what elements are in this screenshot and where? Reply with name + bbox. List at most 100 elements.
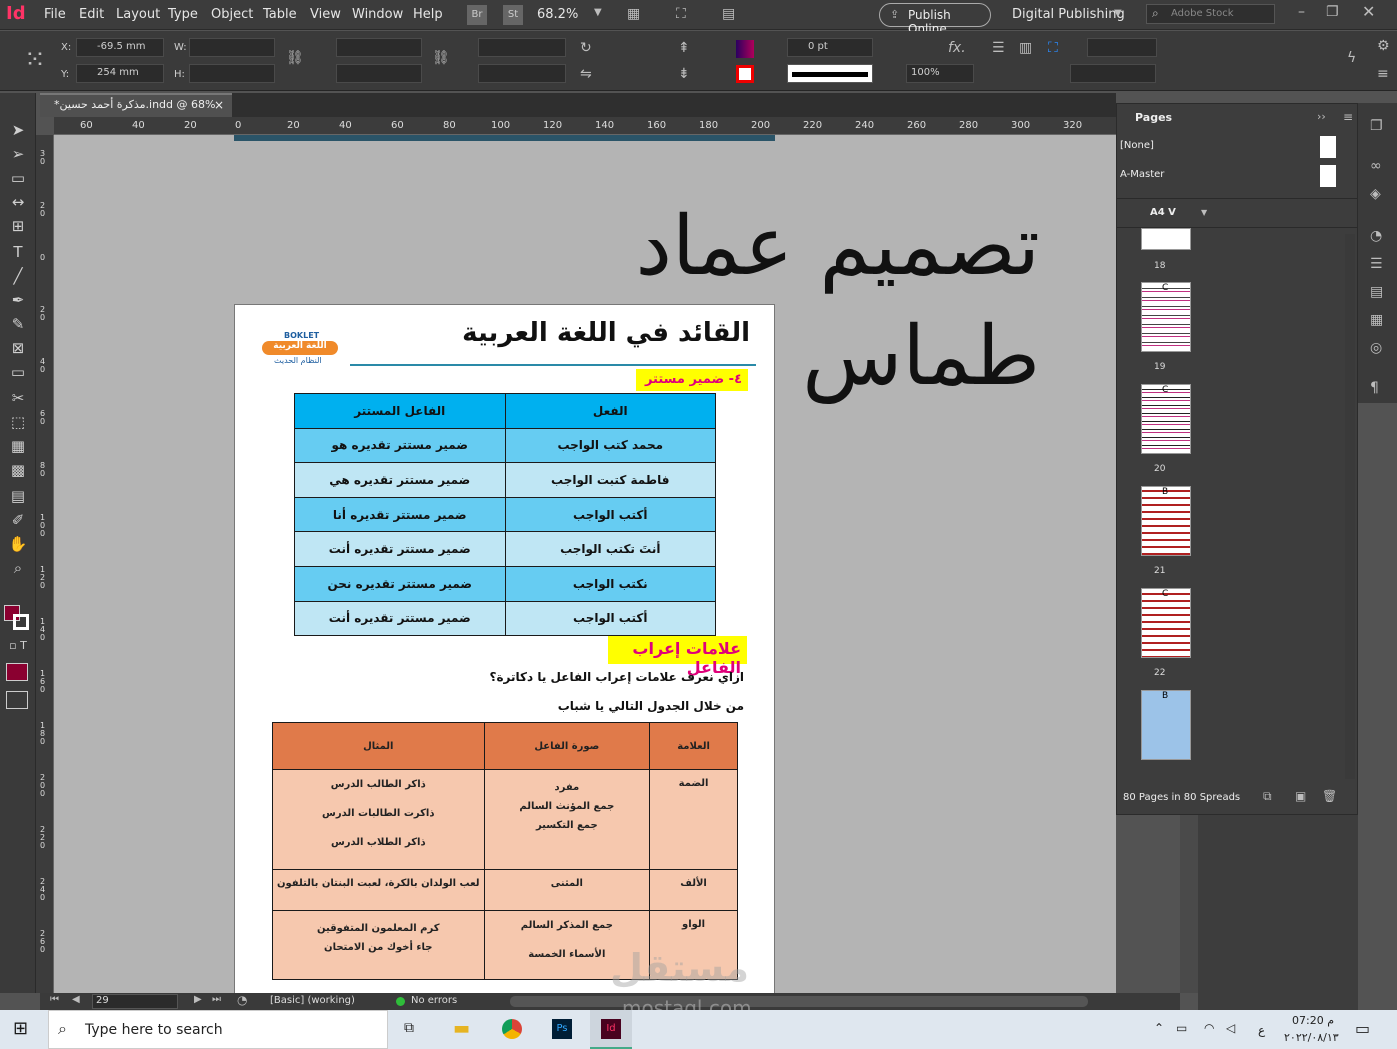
bridge-button[interactable]: Br bbox=[467, 5, 487, 25]
wifi-icon[interactable]: ◠ bbox=[1204, 1022, 1214, 1034]
horizontal-ruler[interactable]: 60 40 20 0 20 40 60 80 100 120 140 160 1… bbox=[54, 117, 1116, 135]
layers-panel-icon[interactable]: ◈ bbox=[1370, 187, 1381, 201]
page-tool-icon[interactable]: ▭ bbox=[7, 169, 29, 189]
chevron-down-icon[interactable]: ▼ bbox=[1201, 209, 1207, 217]
pen-tool-icon[interactable]: ✒ bbox=[7, 291, 29, 311]
apply-color-icon[interactable] bbox=[6, 663, 28, 681]
paragraph-styles-icon[interactable]: ¶ bbox=[1370, 381, 1379, 395]
table-cell[interactable]: ضمير مستتر تقديره أنا bbox=[294, 496, 506, 533]
open-page-icon[interactable]: ◔ bbox=[237, 994, 247, 1006]
scissors-tool-icon[interactable]: ✂ bbox=[7, 389, 29, 409]
file-explorer-icon[interactable]: ▬ bbox=[453, 1020, 470, 1038]
horizontal-scrollbar[interactable] bbox=[510, 996, 1088, 1007]
menu-object[interactable]: Object bbox=[211, 7, 253, 22]
scale-y-field[interactable] bbox=[336, 64, 422, 83]
table-header[interactable]: المثال bbox=[272, 722, 485, 770]
stroke-type-select[interactable] bbox=[787, 64, 873, 83]
content-collector-icon[interactable]: ⊞ bbox=[7, 217, 29, 237]
stock-button[interactable]: St bbox=[503, 5, 523, 25]
shear-field[interactable] bbox=[478, 64, 566, 83]
adobe-stock-search[interactable]: Adobe Stock bbox=[1146, 4, 1275, 24]
settings-icon[interactable]: ⚙ bbox=[1377, 39, 1390, 53]
next-page-icon[interactable]: ▶ bbox=[194, 995, 202, 1005]
note-tool-icon[interactable]: ▤ bbox=[7, 487, 29, 507]
text-wrap-around-icon[interactable]: ▥ bbox=[1019, 41, 1032, 55]
menu-table[interactable]: Table bbox=[263, 7, 297, 22]
last-page-icon[interactable]: ⏭ bbox=[212, 995, 221, 1005]
table-cell[interactable]: الألف bbox=[649, 869, 738, 911]
first-page-icon[interactable]: ⏮ bbox=[50, 995, 59, 1005]
windows-start-icon[interactable]: ⊞ bbox=[13, 1020, 28, 1038]
page-size-icon[interactable]: ⧉ bbox=[1263, 790, 1272, 802]
page-number-field[interactable]: 29 bbox=[92, 994, 178, 1009]
taskbar-search[interactable]: Type here to search bbox=[48, 1010, 388, 1049]
x-field[interactable]: -69.5 mm bbox=[76, 38, 164, 57]
page-thumb[interactable]: B bbox=[1141, 690, 1191, 760]
stroke-color-icon[interactable] bbox=[13, 614, 29, 630]
table-cell[interactable]: ضمير مستتر تقديره أنت bbox=[294, 600, 506, 637]
lightning-icon[interactable]: ϟ bbox=[1347, 51, 1356, 65]
color-panel-icon[interactable]: ▦ bbox=[1370, 313, 1383, 327]
stroke-panel-icon[interactable]: ☰ bbox=[1370, 257, 1383, 271]
menu-type[interactable]: Type bbox=[168, 7, 198, 22]
expand-icon[interactable]: ›› bbox=[1317, 111, 1326, 122]
table-header[interactable]: الفاعل المستتر bbox=[294, 393, 506, 429]
pencil-tool-icon[interactable]: ✎ bbox=[7, 315, 29, 335]
gradient-panel-icon[interactable]: ▤ bbox=[1370, 285, 1383, 299]
table-cell[interactable]: ضمير مستتر تقديره هو bbox=[294, 427, 506, 464]
restore-icon[interactable]: ❐ bbox=[1326, 5, 1339, 19]
table-cell[interactable]: ضمير مستتر تقديره هي bbox=[294, 462, 506, 498]
input-language[interactable]: ع bbox=[1258, 1023, 1265, 1037]
reference-point-icon[interactable]: ⁙ bbox=[24, 47, 46, 73]
subject-marks-table[interactable]: المثال صورة الفاعل العلامة ذاكر الطالب ا… bbox=[272, 722, 738, 980]
close-icon[interactable]: ✕ bbox=[1362, 4, 1375, 20]
stroke-weight-field[interactable]: 0 pt bbox=[787, 38, 873, 57]
task-view-icon[interactable]: ⧉ bbox=[404, 1021, 414, 1035]
rectangle-tool-icon[interactable]: ▭ bbox=[7, 363, 29, 383]
table-cell[interactable]: أنتَ تكتب الواجب bbox=[504, 531, 716, 567]
table-cell[interactable]: ضمير مستتر تقديره أنت bbox=[294, 531, 506, 567]
clock-time[interactable]: 07:20 م bbox=[1292, 1014, 1334, 1027]
scale-x-field[interactable] bbox=[336, 38, 422, 57]
panel-menu-icon[interactable]: ≡ bbox=[1343, 111, 1353, 123]
arrange-icon[interactable]: ▤ bbox=[722, 7, 735, 21]
h-field[interactable] bbox=[189, 64, 275, 83]
workspace-switcher[interactable]: Digital Publishing bbox=[1012, 7, 1125, 22]
battery-icon[interactable]: ▭ bbox=[1176, 1022, 1187, 1034]
selection-tool-icon[interactable]: ➤ bbox=[7, 121, 29, 141]
distribute-icon[interactable]: ⇟ bbox=[678, 67, 690, 81]
table-header[interactable]: العلامة bbox=[649, 722, 738, 770]
gradient-feather-tool-icon[interactable]: ▩ bbox=[7, 461, 29, 481]
minimize-icon[interactable]: – bbox=[1298, 5, 1305, 19]
y-field[interactable]: 254 mm bbox=[76, 64, 164, 83]
boklet-logo[interactable]: BOKLET اللغة العربية النظام الحديث bbox=[240, 328, 352, 368]
subject-marks-heading[interactable]: علامات إعراب الفاعل bbox=[608, 636, 747, 677]
master-none-thumb[interactable] bbox=[1320, 136, 1336, 158]
table-cell[interactable]: الضمة bbox=[649, 769, 738, 870]
book-title[interactable]: القائد في اللغة العربية bbox=[420, 318, 750, 348]
menu-layout[interactable]: Layout bbox=[116, 7, 160, 22]
table-cell[interactable]: نكتب الواجب bbox=[504, 565, 716, 602]
gap-tool-icon[interactable]: ↔ bbox=[7, 193, 29, 213]
text-wrap-icon[interactable]: ☰ bbox=[992, 41, 1005, 55]
pages-panel-title[interactable]: Pages bbox=[1135, 111, 1172, 124]
new-page-icon[interactable]: ▣ bbox=[1295, 790, 1306, 802]
chevron-down-icon[interactable]: ▼ bbox=[1114, 9, 1122, 19]
rotate-icon[interactable]: ↻ bbox=[580, 41, 592, 55]
prev-page-icon[interactable]: ◀ bbox=[72, 995, 80, 1005]
link-icon[interactable]: ⛓ bbox=[432, 51, 450, 65]
table-cell[interactable]: ذاكر الطالب الدرس ذاكرت الطالبات الدرس ذ… bbox=[272, 769, 485, 870]
rectangle-frame-tool-icon[interactable]: ⊠ bbox=[7, 339, 29, 359]
table-cell[interactable]: أكتب الواجب bbox=[504, 496, 716, 533]
table-cell[interactable]: أكتب الواجب bbox=[504, 600, 716, 637]
type-tool-icon[interactable]: T bbox=[7, 243, 29, 263]
page-thumb[interactable]: C bbox=[1141, 384, 1191, 454]
links-panel-icon[interactable]: ∞ bbox=[1370, 159, 1382, 173]
pages-panel-icon[interactable]: ❐ bbox=[1370, 119, 1383, 133]
working-style[interactable]: [Basic] (working) bbox=[270, 995, 355, 1006]
line-tool-icon[interactable]: ╱ bbox=[7, 267, 29, 287]
page-size-select[interactable]: A4 V bbox=[1150, 207, 1176, 218]
table-cell[interactable]: مفرد جمع المؤنث السالم جمع التكسير bbox=[483, 769, 651, 870]
indesign-icon[interactable]: Id bbox=[590, 1010, 632, 1049]
align-icon[interactable]: ⇞ bbox=[678, 41, 690, 55]
